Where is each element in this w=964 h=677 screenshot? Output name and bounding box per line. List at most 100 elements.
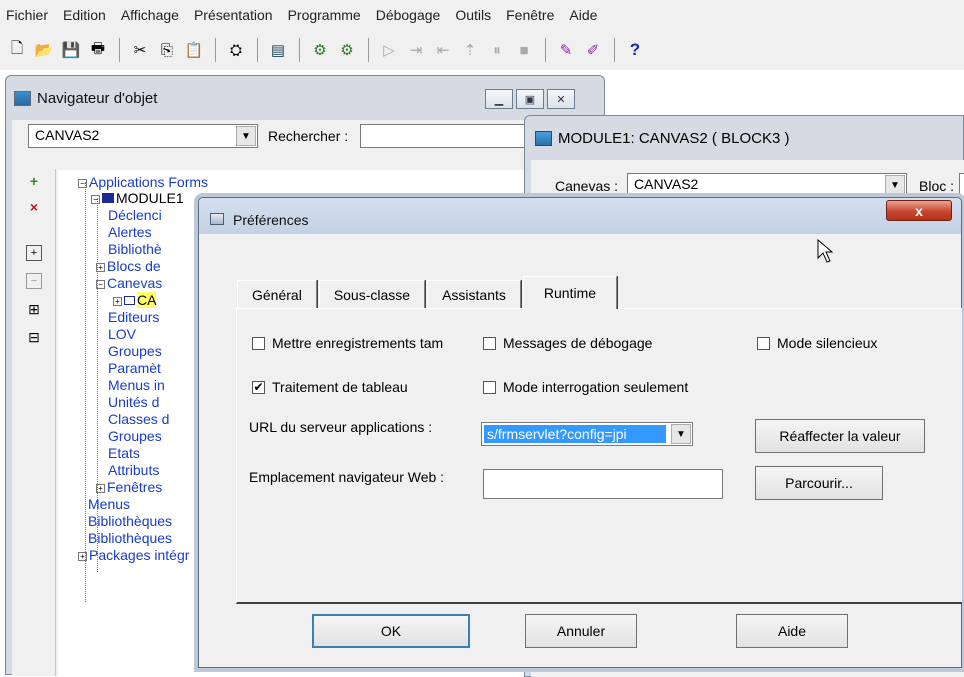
checkbox-mode-interrogation[interactable]: Mode interrogation seulement (483, 379, 688, 395)
tree-item[interactable]: Déclenci (108, 207, 162, 224)
tree-item[interactable]: Unités d (108, 394, 159, 411)
toolbar-separator (299, 38, 300, 62)
compile-icon[interactable]: ⛭ (223, 37, 249, 63)
tree-item[interactable]: Menus (88, 496, 130, 513)
url-server-select[interactable]: s/frmservlet?config=jpi ▼ (481, 422, 693, 446)
checkbox-mettre-enregistrements[interactable]: Mettre enregistrements tam (252, 335, 502, 351)
new-icon[interactable]: 🗋 (4, 37, 30, 63)
minimize-icon[interactable]: ▁ (485, 89, 513, 109)
copy-icon[interactable]: ⎘ (154, 37, 180, 63)
aide-button[interactable]: Aide (736, 614, 848, 648)
navigator-object-combo[interactable]: CANVAS2 ▼ (28, 124, 258, 148)
cut-icon[interactable]: ✂ (127, 37, 153, 63)
tree-item[interactable]: + CA (113, 292, 157, 309)
pause-icon[interactable]: ⏸ (484, 37, 510, 63)
step-icon[interactable]: ▷ (376, 37, 402, 63)
tree-item[interactable]: Bibliothèques (88, 513, 172, 530)
tab-general[interactable]: Général (237, 280, 317, 309)
menu-edition[interactable]: Edition (63, 7, 106, 23)
tree-item[interactable]: Groupes (108, 428, 162, 445)
checkbox-box[interactable] (483, 336, 496, 350)
tree-item[interactable]: Alertes (108, 224, 152, 241)
tree-item[interactable]: Bibliothè (108, 241, 162, 258)
step-out-icon[interactable]: ⇤ (430, 37, 456, 63)
bloc-select[interactable] (959, 173, 964, 197)
collapse-all-icon[interactable]: ⊟ (26, 329, 42, 345)
print-icon[interactable]: 🖶 (85, 37, 111, 63)
menu-presentation[interactable]: Présentation (194, 7, 273, 23)
chevron-down-icon[interactable]: ▼ (236, 126, 256, 146)
tab-assistants[interactable]: Assistants (427, 280, 521, 309)
step-over-icon[interactable]: ⇥ (403, 37, 429, 63)
canvas-select[interactable]: CANVAS2 ▼ (627, 173, 907, 197)
layout-editor-titlebar: MODULE1: CANVAS2 ( BLOCK3 ) (535, 130, 789, 147)
menu-programme[interactable]: Programme (288, 7, 361, 23)
save-icon[interactable]: 💾 (58, 37, 84, 63)
checkbox-box[interactable]: ✔ (252, 380, 265, 394)
tree-item[interactable]: Menus in (108, 377, 165, 394)
open-icon[interactable]: 📂 (31, 37, 57, 63)
close-icon[interactable]: x (886, 200, 952, 221)
run-web-icon[interactable]: ⚙ (334, 37, 360, 63)
menu-outils[interactable]: Outils (455, 7, 491, 23)
ok-button[interactable]: OK (312, 614, 470, 648)
dialog-tabs: Général Sous-classe Assistants Runtime (237, 276, 619, 309)
annuler-button[interactable]: Annuler (525, 614, 637, 648)
tree-item[interactable]: LOV (108, 326, 136, 343)
expand-icon[interactable]: + (26, 245, 42, 261)
tree-item[interactable]: + Fenêtres (96, 479, 162, 496)
chevron-down-icon[interactable]: ▼ (885, 175, 905, 195)
tree-item[interactable]: Editeurs (108, 309, 159, 326)
add-icon[interactable]: + (26, 173, 42, 189)
tree-item[interactable]: Paramèt (108, 360, 161, 377)
tree-item[interactable]: + Blocs de (96, 258, 161, 275)
tab-sous-classe[interactable]: Sous-classe (318, 280, 426, 309)
url-server-value: s/frmservlet?config=jpi (484, 425, 666, 443)
checkbox-traitement-tableau[interactable]: ✔ Traitement de tableau (252, 379, 408, 395)
checkbox-box[interactable] (252, 336, 265, 350)
tree-item[interactable]: − Applications Forms (78, 174, 208, 191)
delete-icon[interactable]: × (26, 199, 42, 215)
run-debug-icon[interactable]: ⚙ (307, 37, 333, 63)
dialog-titlebar: Préférences x (199, 198, 961, 234)
maximize-icon[interactable]: ▣ (516, 89, 544, 109)
tree-item[interactable]: Bibliothèques (88, 530, 172, 547)
web-browser-input[interactable] (483, 469, 723, 499)
tree-item[interactable]: Attributs (108, 462, 159, 479)
checkbox-box[interactable] (757, 336, 770, 350)
tree-item[interactable]: Classes d (108, 411, 169, 428)
menu-affichage[interactable]: Affichage (121, 7, 179, 23)
parcourir-button[interactable]: Parcourir... (755, 466, 883, 500)
tree-item[interactable]: Etats (108, 445, 140, 462)
checkbox-mode-silencieux[interactable]: Mode silencieux (757, 335, 877, 351)
tree-item[interactable]: − MODULE1 (91, 190, 184, 207)
tab-runtime[interactable]: Runtime (522, 276, 618, 309)
collapse-icon[interactable]: − (26, 273, 42, 289)
checkbox-box[interactable] (483, 380, 496, 394)
tree-item[interactable]: + Packages intégr (78, 547, 189, 564)
web-browser-label: Emplacement navigateur Web : (249, 469, 445, 485)
tree-item[interactable]: − Canevas (96, 275, 162, 292)
close-icon[interactable]: ✕ (547, 89, 575, 109)
tree-item[interactable]: Groupes (108, 343, 162, 360)
wizard-icon[interactable]: ✎ (553, 37, 579, 63)
paste-icon[interactable]: 📋 (181, 37, 207, 63)
chevron-down-icon[interactable]: ▼ (671, 424, 691, 444)
checkbox-messages-debogage[interactable]: Messages de débogage (483, 335, 652, 351)
menu-fenetre[interactable]: Fenêtre (506, 7, 554, 23)
navigator-combo-value: CANVAS2 (35, 127, 100, 143)
wizard2-icon[interactable]: ✐ (580, 37, 606, 63)
layout-editor-icon (535, 131, 552, 146)
reaffecter-valeur-button[interactable]: Réaffecter la valeur (755, 419, 925, 453)
search-input[interactable] (360, 124, 530, 148)
mouse-cursor-icon (817, 238, 834, 263)
help-icon[interactable]: ? (622, 37, 648, 63)
stop-icon[interactable]: ■ (511, 37, 537, 63)
run-icon[interactable]: ▤ (265, 37, 291, 63)
expand-all-icon[interactable]: ⊞ (26, 301, 42, 317)
menu-debogage[interactable]: Débogage (376, 7, 441, 23)
dialog-title: Préférences (233, 212, 309, 228)
menu-fichier[interactable]: Fichier (6, 7, 48, 23)
menu-aide[interactable]: Aide (569, 7, 597, 23)
step-into-icon[interactable]: ⇡ (457, 37, 483, 63)
